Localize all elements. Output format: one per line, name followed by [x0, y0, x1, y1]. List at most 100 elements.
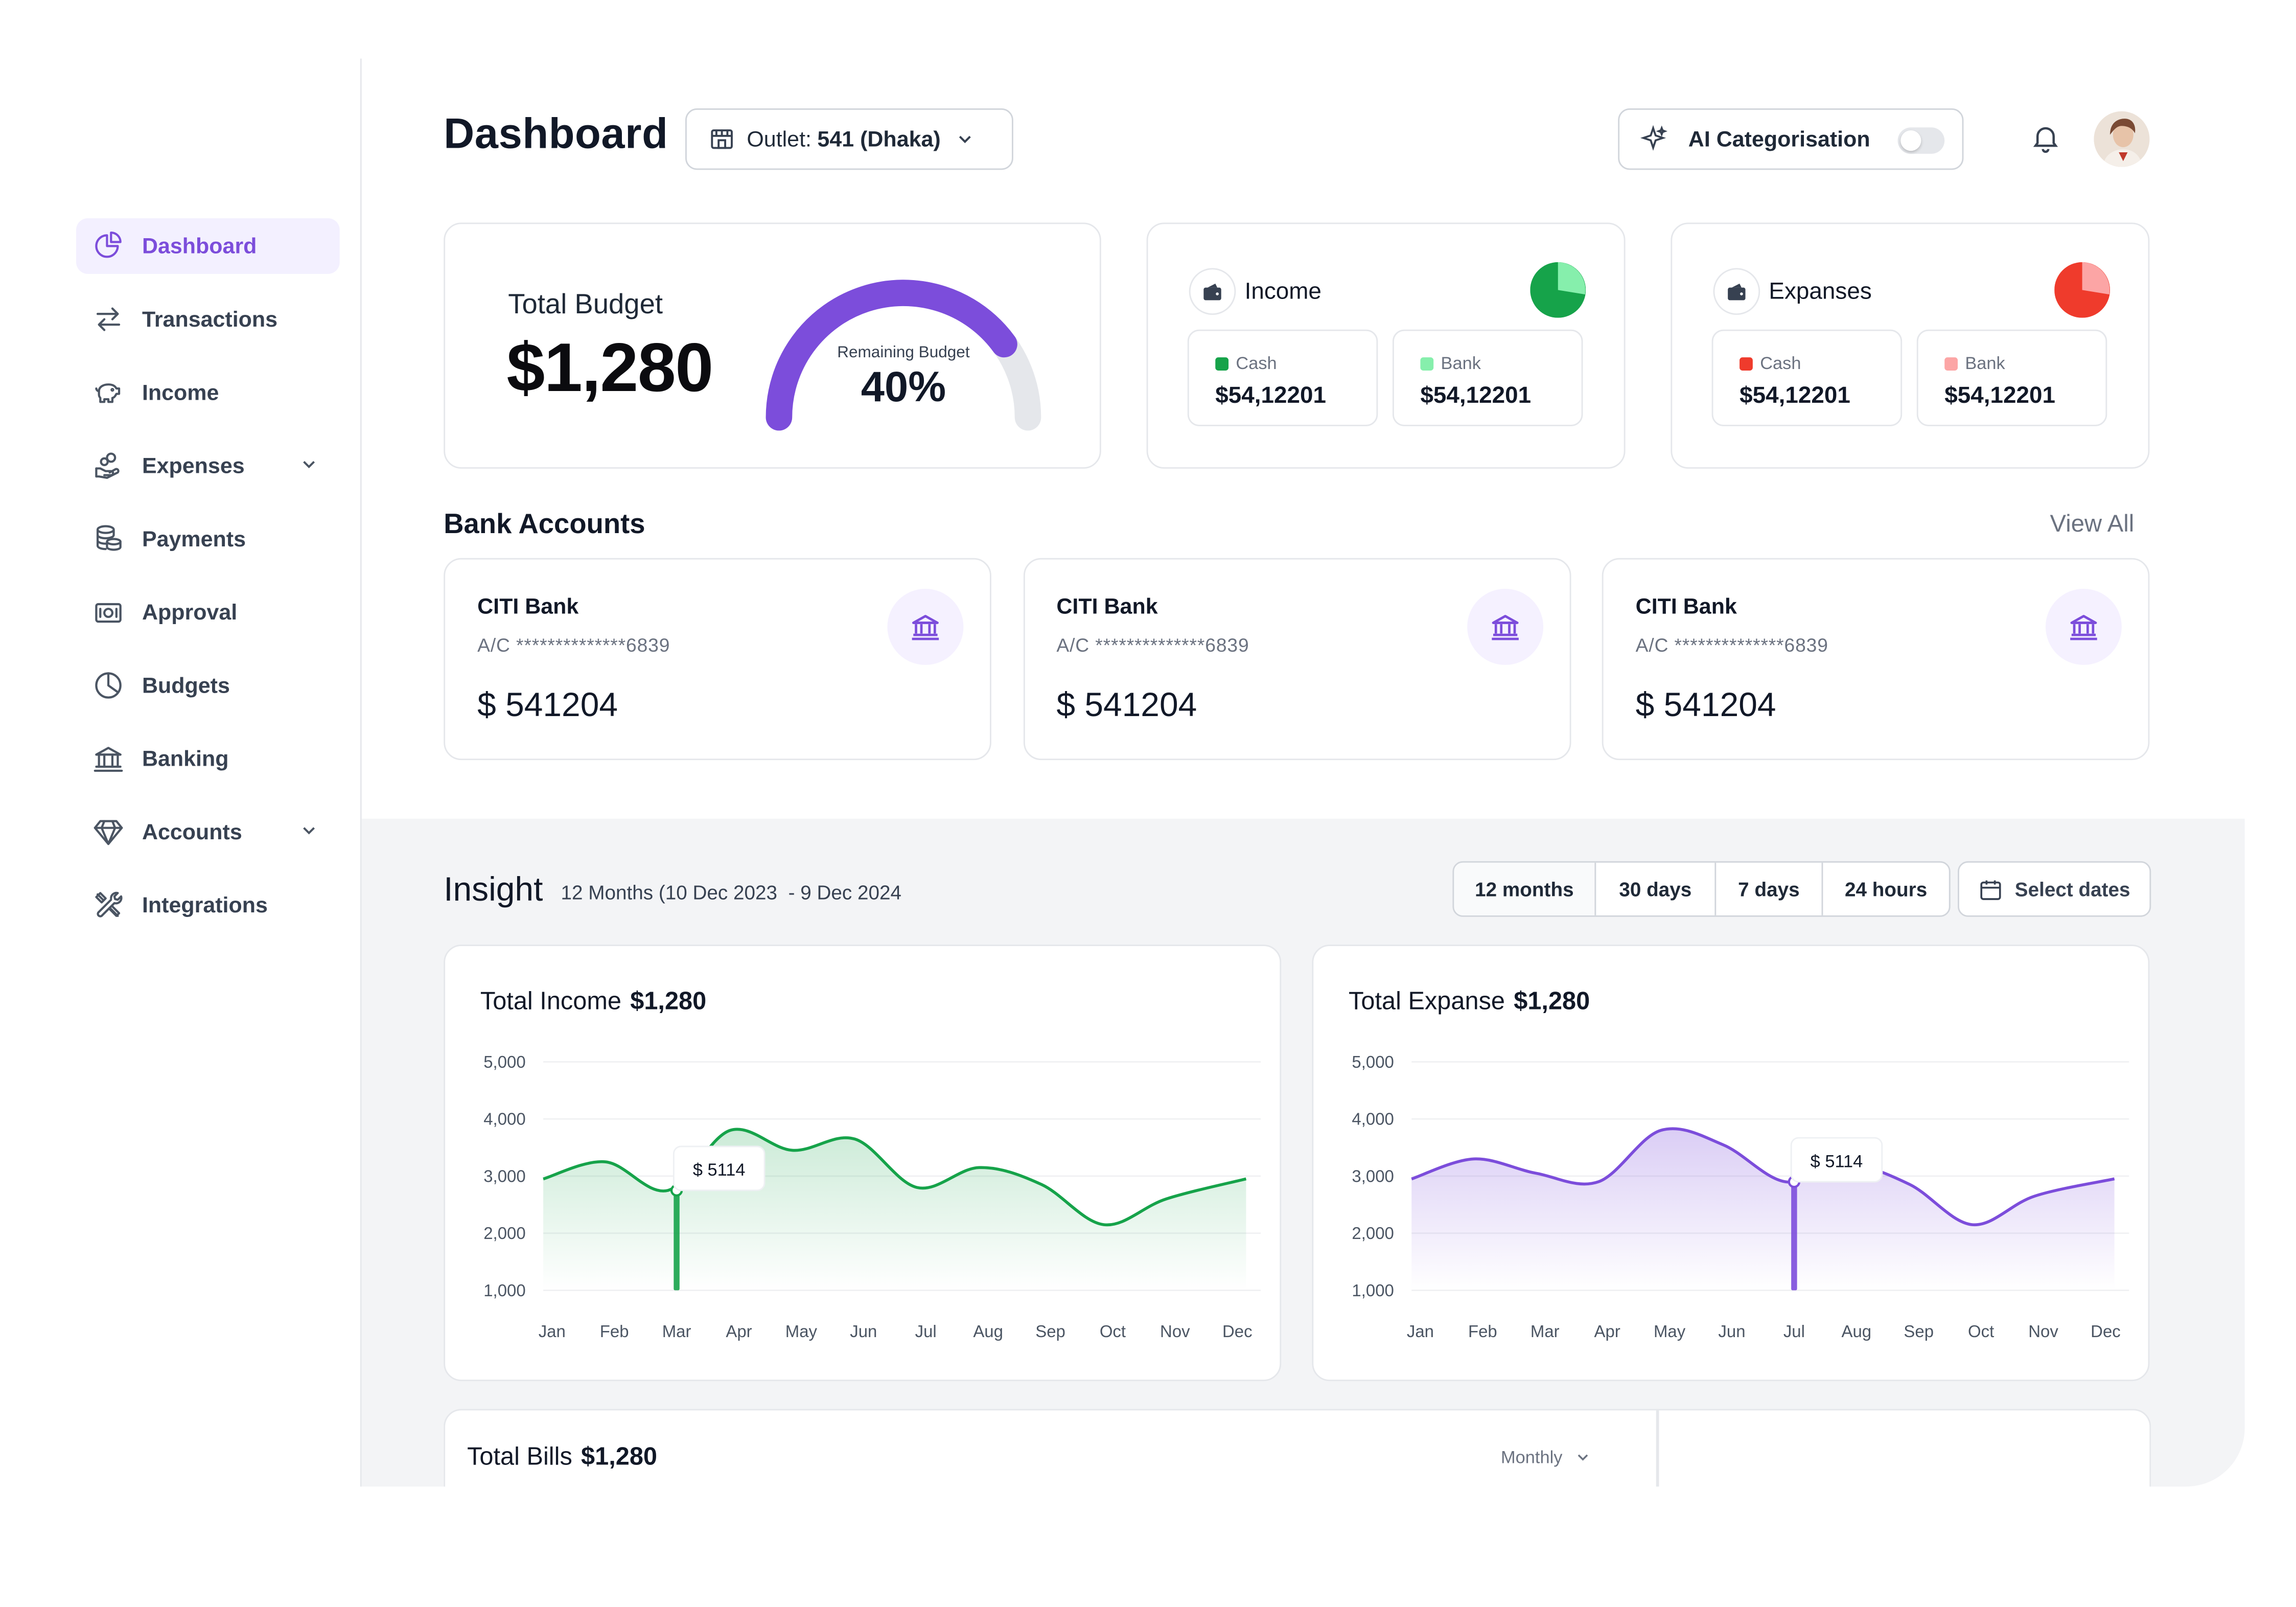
bank-balance: $ 541204: [1635, 685, 1776, 724]
x-tick-label: Apr: [726, 1322, 752, 1341]
period-option[interactable]: 7 days: [1716, 862, 1823, 915]
calendar-icon: [1978, 877, 2003, 902]
bank-value: $54,12201: [1420, 383, 1532, 409]
outlet-label: Outlet:: [747, 126, 811, 152]
x-tick-label: Sep: [1904, 1322, 1934, 1341]
data-point: [1969, 1222, 1975, 1227]
period-option[interactable]: 30 days: [1596, 862, 1717, 915]
tooltip-label: $ 5114: [1811, 1152, 1863, 1171]
data-point: [727, 1128, 733, 1133]
income-bank-card: Bank $54,12201: [1392, 329, 1583, 426]
y-tick-label: 1,000: [1352, 1281, 1394, 1300]
data-point: [1101, 1222, 1107, 1227]
avatar[interactable]: [2094, 111, 2150, 167]
bank-name: CITI Bank: [1635, 594, 1737, 620]
y-tick-label: 3,000: [483, 1166, 525, 1185]
cash-label: Cash: [1760, 353, 1801, 374]
sidebar-item-label: Approval: [142, 600, 238, 625]
cash-value: $54,12201: [1215, 383, 1327, 409]
x-tick-label: May: [1654, 1322, 1686, 1341]
x-tick-label: Aug: [1842, 1322, 1872, 1341]
total-budget-amount: $1,280: [506, 328, 713, 406]
income-title: Income: [1244, 280, 1321, 305]
pie-slice-icon: [92, 669, 125, 701]
sidebar-item-label: Transactions: [142, 307, 278, 332]
y-tick-label: 4,000: [483, 1110, 525, 1129]
sidebar-item-accounts[interactable]: Accounts: [76, 804, 340, 860]
page-title: Dashboard: [444, 111, 668, 158]
bank-building-icon: [1466, 588, 1543, 665]
outlet-dropdown[interactable]: Outlet: 541 (Dhaka): [685, 108, 1013, 170]
period-option[interactable]: 12 months: [1454, 862, 1596, 915]
bank-account-card[interactable]: CITI Bank A/C **************6839 $ 541204: [444, 558, 991, 761]
data-point: [602, 1159, 608, 1164]
x-tick-label: Dec: [1222, 1322, 1253, 1341]
x-tick-label: Mar: [662, 1322, 691, 1341]
wallet-icon: [1713, 268, 1760, 315]
bank-account-number: A/C **************6839: [477, 634, 670, 656]
bank-account-card[interactable]: CITI Bank A/C **************6839 $ 541204: [1602, 558, 2150, 761]
arrows-swap-icon: [92, 303, 125, 335]
select-dates-button[interactable]: Select dates: [1958, 861, 2151, 917]
x-tick-label: Sep: [1035, 1322, 1065, 1341]
data-point: [1039, 1182, 1045, 1187]
bills-divider: [1656, 1410, 1659, 1487]
x-tick-label: Feb: [1468, 1322, 1497, 1341]
data-point: [1471, 1156, 1476, 1162]
ai-categorisation-toggle[interactable]: [1897, 127, 1945, 154]
sidebar-item-budgets[interactable]: Budgets: [76, 658, 340, 714]
bank-building-icon: [2045, 588, 2122, 665]
bank-balance: $ 541204: [477, 685, 618, 724]
x-tick-label: Mar: [1530, 1322, 1560, 1341]
bills-period-dropdown[interactable]: Monthly: [1501, 1447, 1592, 1467]
sidebar-item-approval[interactable]: Approval: [76, 584, 340, 640]
sidebar-item-label: Budgets: [142, 673, 230, 698]
sidebar-item-expenses[interactable]: Expenses: [76, 438, 340, 494]
data-point: [1720, 1142, 1726, 1147]
x-tick-label: Apr: [1594, 1322, 1620, 1341]
x-tick-label: Dec: [2091, 1322, 2121, 1341]
sidebar-item-integrations[interactable]: Integrations: [76, 877, 340, 933]
x-tick-label: May: [785, 1322, 818, 1341]
bell-icon[interactable]: [2029, 122, 2061, 154]
bank-accounts-title: Bank Accounts: [444, 510, 645, 541]
period-selector: 12 months 30 days 7 days 24 hours: [1452, 861, 1951, 917]
y-tick-label: 5,000: [483, 1052, 525, 1071]
sidebar-item-payments[interactable]: Payments: [76, 511, 340, 567]
bank-account-card[interactable]: CITI Bank A/C **************6839 $ 541204: [1023, 558, 1571, 761]
sidebar-item-dashboard[interactable]: Dashboard: [76, 218, 340, 274]
y-tick-label: 3,000: [1352, 1166, 1394, 1185]
data-point: [1243, 1176, 1249, 1182]
ai-categorisation-label: AI Categorisation: [1688, 126, 1870, 152]
piggy-bank-icon: [92, 376, 125, 408]
expenses-cash-card: Cash $54,12201: [1711, 329, 1903, 426]
income-chart-card: Total Income $1,280 5,000 4,000 3,000 2,000 1…: [444, 945, 1282, 1382]
data-point: [790, 1147, 795, 1153]
y-tick-label: 5,000: [1352, 1052, 1394, 1071]
view-all-link[interactable]: View All: [2050, 511, 2135, 539]
income-card: Income Cash $54,12201 Bank $54,12201: [1146, 222, 1626, 469]
total-budget-title: Total Budget: [508, 290, 663, 321]
sidebar-item-banking[interactable]: Banking: [76, 731, 340, 787]
data-point: [665, 1187, 670, 1193]
sidebar-item-income[interactable]: Income: [76, 364, 340, 420]
chevron-down-icon: [1574, 1449, 1591, 1466]
bank-building-icon: [887, 588, 964, 665]
diamond-icon: [92, 816, 125, 848]
hand-coins-icon: [92, 450, 125, 482]
income-pie-icon: [1530, 262, 1586, 318]
expenses-title: Expanses: [1769, 280, 1872, 305]
x-tick-label: Oct: [1968, 1322, 1994, 1341]
tools-icon: [92, 889, 125, 921]
bills-card-clip: Total Bills $1,280 Monthly: [444, 1409, 2151, 1487]
cash-value: $54,12201: [1740, 383, 1850, 409]
y-tick-label: 1,000: [483, 1281, 525, 1300]
bank-value: $54,12201: [1944, 383, 2055, 409]
period-option[interactable]: 24 hours: [1823, 863, 1949, 915]
tooltip-marker: [1791, 1182, 1797, 1291]
bills-period-label: Monthly: [1501, 1447, 1563, 1468]
sidebar-item-transactions[interactable]: Transactions: [76, 291, 340, 347]
total-bills-card: Total Bills $1,280 Monthly: [444, 1409, 2151, 1487]
data-point: [977, 1164, 982, 1170]
bills-title-text: Total Bills: [467, 1442, 572, 1471]
